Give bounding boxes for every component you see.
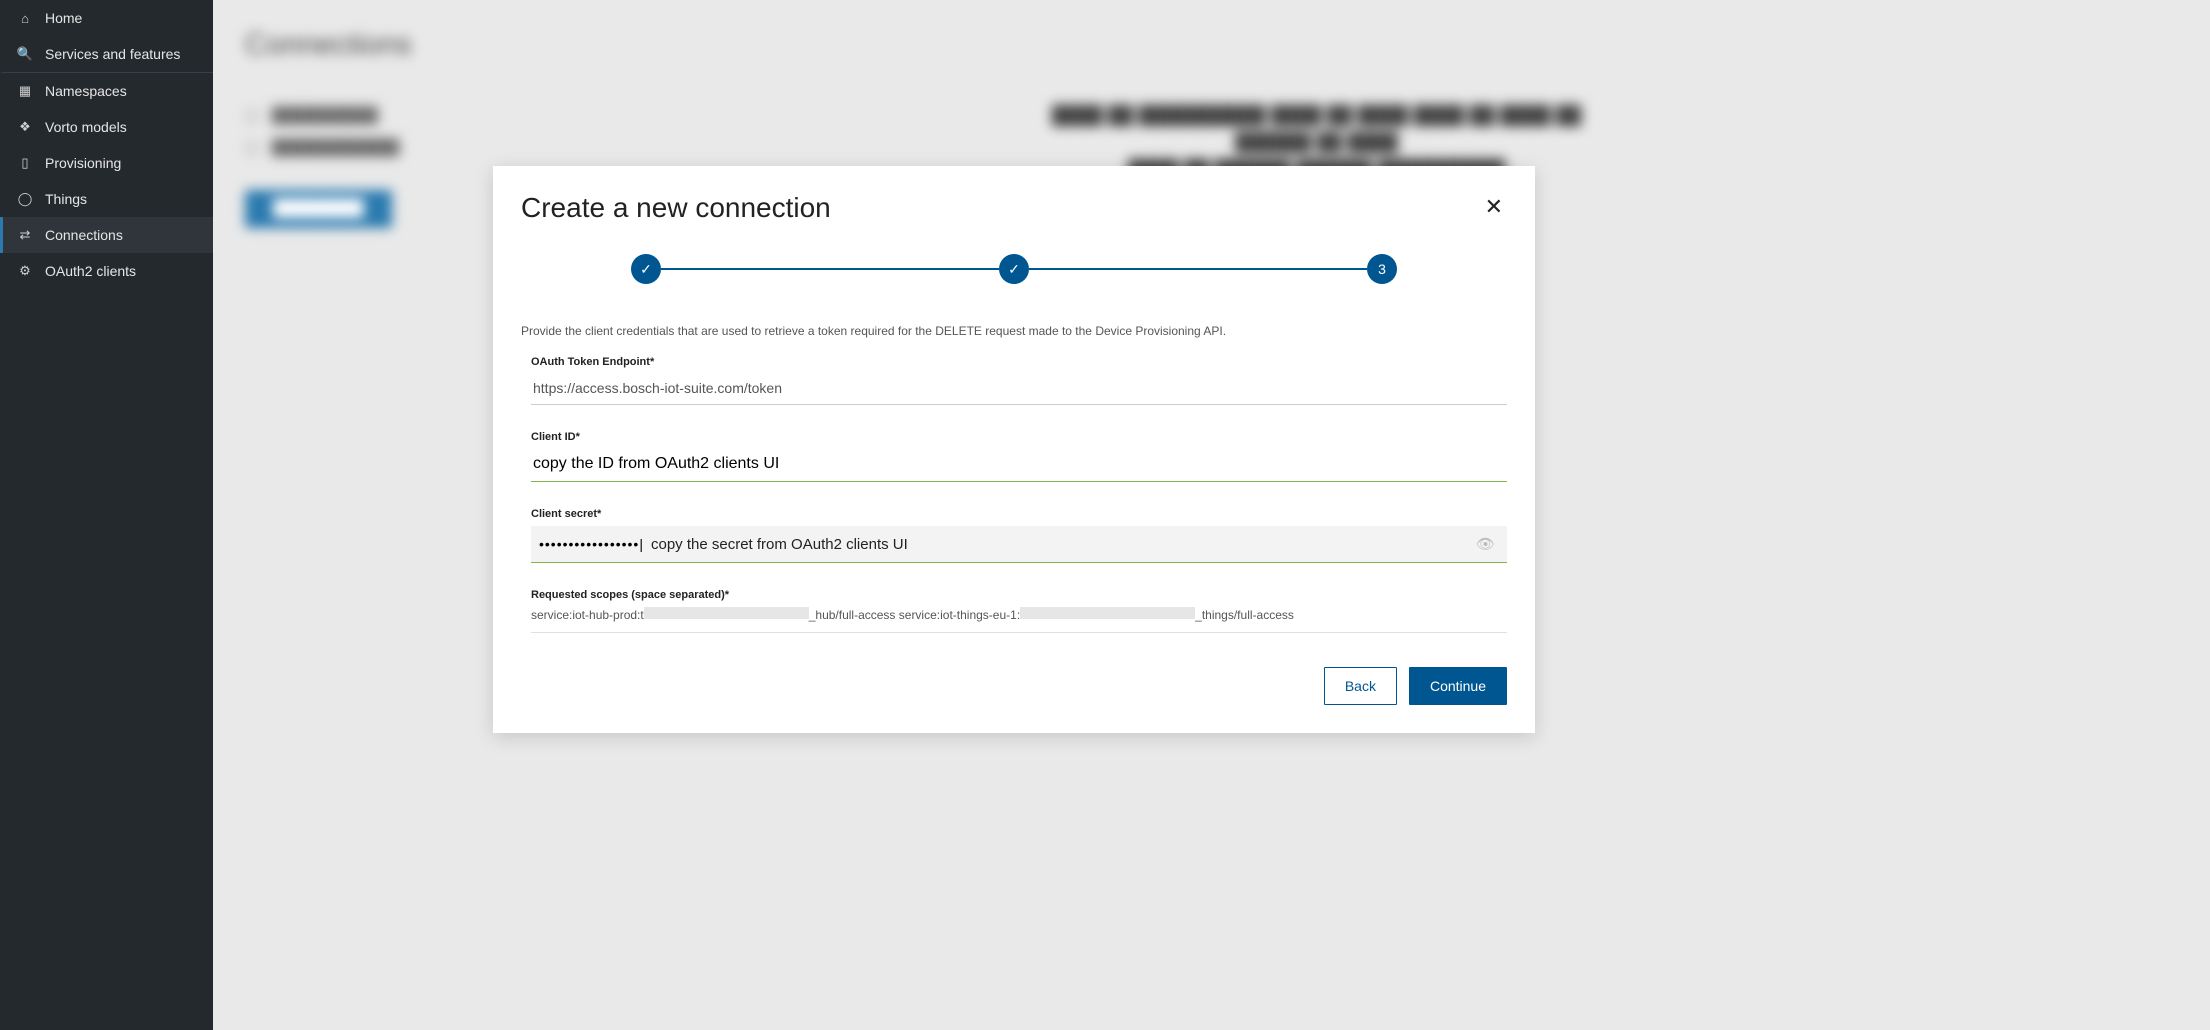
sidebar-item-label: Connections <box>45 227 123 243</box>
client-secret-input[interactable] <box>531 526 651 562</box>
sidebar-item-label: OAuth2 clients <box>45 263 136 279</box>
sidebar-item-label: Home <box>45 10 82 26</box>
scope-redacted-2 <box>1020 607 1195 619</box>
scope-text-3: _things/full-access <box>1195 608 1294 622</box>
client-id-field: Client ID* <box>521 431 1507 482</box>
client-secret-field: Client secret* copy the secret from OAut… <box>521 508 1507 563</box>
form-description: Provide the client credentials that are … <box>521 324 1507 338</box>
sidebar-item-label: Provisioning <box>45 155 121 171</box>
scope-text-1: service:iot-hub-prod:t <box>531 608 644 622</box>
sidebar-item-label: Things <box>45 191 87 207</box>
home-icon: ⌂ <box>17 10 33 26</box>
scopes-label: Requested scopes (space separated)* <box>531 589 1507 601</box>
client-id-label: Client ID* <box>531 431 1507 443</box>
back-button[interactable]: Back <box>1324 667 1397 705</box>
sidebar-item-provisioning[interactable]: ▯ Provisioning <box>0 145 213 181</box>
eye-icon[interactable]: 👁 <box>1476 535 1495 553</box>
sidebar-item-connections[interactable]: ⇄ Connections <box>0 217 213 253</box>
close-icon[interactable]: ✕ <box>1481 192 1507 222</box>
sidebar: ⌂ Home 🔍 Services and features ▦ Namespa… <box>0 0 213 1030</box>
diamond-icon: ❖ <box>17 119 33 135</box>
grid-icon: ▦ <box>17 83 33 99</box>
modal-title: Create a new connection <box>521 192 831 224</box>
sidebar-item-home[interactable]: ⌂ Home <box>0 0 213 36</box>
sidebar-item-label: Vorto models <box>45 119 127 135</box>
search-icon: 🔍 <box>17 46 33 62</box>
step-3: 3 <box>1367 254 1397 284</box>
sidebar-item-things[interactable]: ◯ Things <box>0 181 213 217</box>
client-secret-hint: copy the secret from OAuth2 clients UI <box>651 536 908 553</box>
sidebar-item-label: Services and features <box>45 46 180 62</box>
connections-icon: ⇄ <box>17 227 33 243</box>
sidebar-item-vorto[interactable]: ❖ Vorto models <box>0 109 213 145</box>
circle-icon: ◯ <box>17 191 33 207</box>
oauth-endpoint-input[interactable] <box>531 374 1507 405</box>
scope-redacted-1 <box>644 607 809 619</box>
step-line <box>661 268 999 270</box>
sidebar-item-label: Namespaces <box>45 83 127 99</box>
oauth-endpoint-label: OAuth Token Endpoint* <box>531 356 1507 368</box>
device-icon: ▯ <box>17 155 33 171</box>
page-title: Connections <box>245 28 2178 62</box>
step-line <box>1029 268 1367 270</box>
client-id-input[interactable] <box>531 449 1507 482</box>
oauth-endpoint-field: OAuth Token Endpoint* <box>521 356 1507 405</box>
scope-text-2: _hub/full-access service:iot-things-eu-1… <box>809 608 1020 622</box>
wizard-stepper: ✓ ✓ 3 <box>521 254 1507 284</box>
sidebar-item-namespaces[interactable]: ▦ Namespaces <box>0 73 213 109</box>
gear-icon: ⚙ <box>17 263 33 279</box>
step-2: ✓ <box>999 254 1029 284</box>
continue-button[interactable]: Continue <box>1409 667 1507 705</box>
scopes-field: Requested scopes (space separated)* serv… <box>521 589 1507 633</box>
scopes-input[interactable]: service:iot-hub-prod:t _hub/full-access … <box>531 607 1507 633</box>
client-secret-label: Client secret* <box>531 508 1507 520</box>
sidebar-item-oauth2[interactable]: ⚙ OAuth2 clients <box>0 253 213 289</box>
create-connection-modal: Create a new connection ✕ ✓ ✓ 3 Provide … <box>493 166 1535 733</box>
sidebar-item-services[interactable]: 🔍 Services and features <box>0 36 213 73</box>
step-1: ✓ <box>631 254 661 284</box>
